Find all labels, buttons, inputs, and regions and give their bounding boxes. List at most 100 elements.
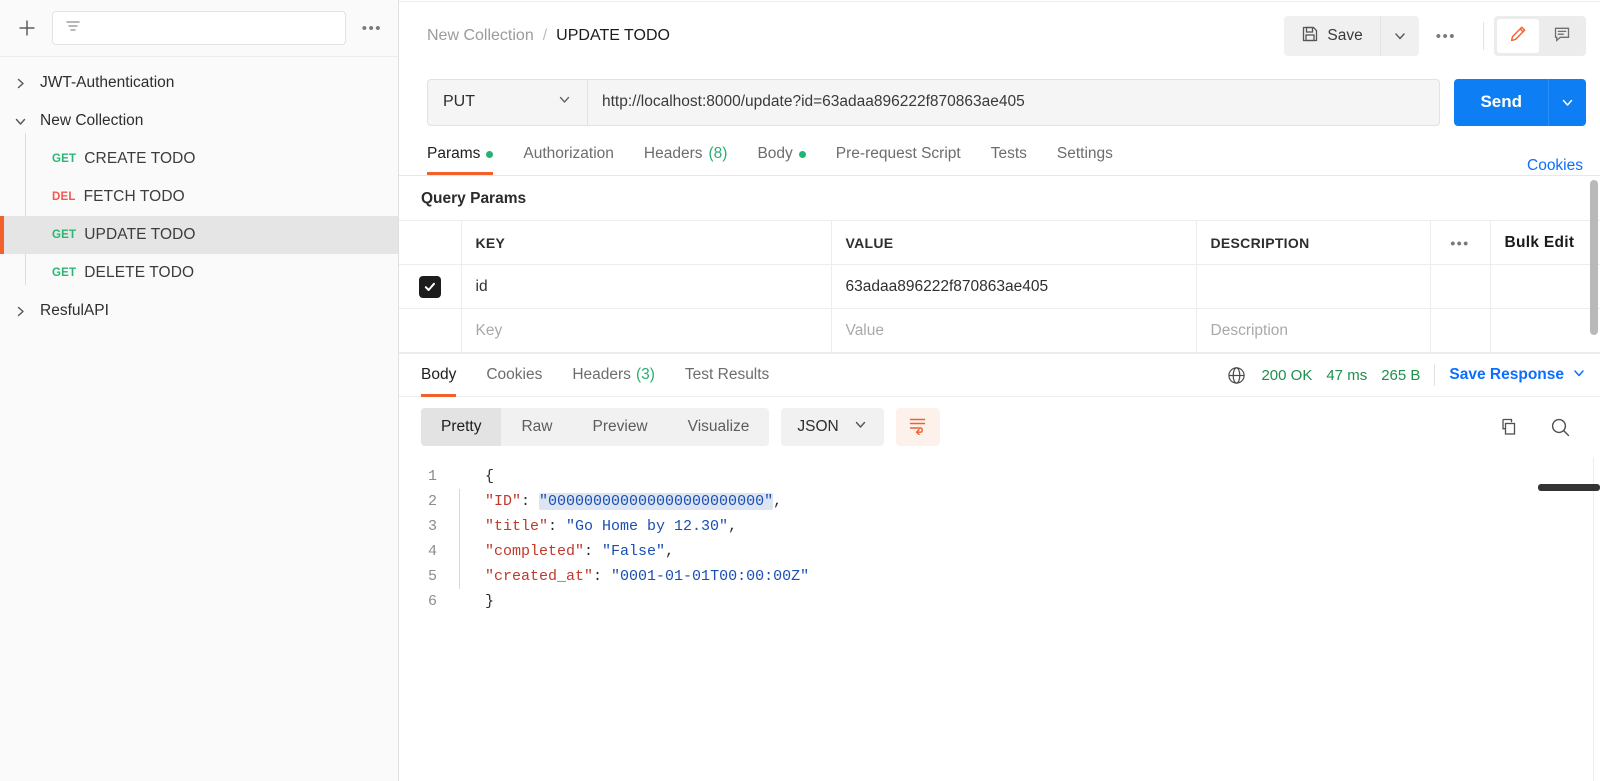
request-tabs: Params Authorization Headers (8) Body Pr… [399, 134, 1600, 176]
tab-tests[interactable]: Tests [976, 133, 1042, 175]
response-language-select[interactable]: JSON [781, 408, 884, 446]
copy-icon[interactable] [1497, 416, 1519, 438]
new-item-button[interactable] [14, 15, 40, 41]
request-label: FETCH TODO [83, 188, 185, 205]
http-method-select[interactable]: PUT [427, 78, 587, 126]
bulk-edit-button[interactable]: Bulk Edit [1505, 234, 1575, 251]
sidebar-collection-resfulapi[interactable]: ResfulAPI [0, 292, 398, 330]
response-scroll-rail [1588, 457, 1600, 781]
header-key: KEY [461, 220, 832, 265]
collection-label: JWT-Authentication [40, 74, 175, 91]
tab-label: Body [757, 145, 793, 162]
table-more-button[interactable]: ••• [1430, 220, 1491, 265]
method-badge: DEL [52, 191, 76, 203]
view-preview[interactable]: Preview [573, 408, 668, 446]
tab-label: Headers [643, 145, 703, 162]
sidebar-collection-new-collection[interactable]: New Collection [0, 102, 398, 140]
send-dropdown-button[interactable] [1548, 78, 1586, 126]
tab-count: (3) [635, 366, 655, 383]
save-dropdown-button[interactable] [1379, 16, 1419, 56]
tab-body[interactable]: Body [742, 133, 820, 175]
response-tabs: Body Cookies Headers (3) Test Results 20… [399, 353, 1600, 397]
response-tab-headers[interactable]: Headers (3) [557, 353, 670, 397]
sidebar-request-create-todo[interactable]: GET CREATE TODO [0, 140, 398, 178]
bulk-edit-cell: Bulk Edit [1490, 220, 1600, 265]
table-row: Key Value Description [399, 308, 1600, 353]
row-description-input[interactable] [1196, 264, 1431, 309]
sidebar-filter-input[interactable] [52, 11, 346, 45]
header-value: VALUE [831, 220, 1197, 265]
sidebar-request-fetch-todo[interactable]: DEL FETCH TODO [0, 178, 398, 216]
send-button[interactable]: Send [1454, 78, 1548, 126]
line-number: 1 [427, 468, 437, 485]
chevron-down-icon [853, 417, 868, 437]
view-pretty[interactable]: Pretty [421, 408, 502, 446]
pencil-icon [1508, 24, 1528, 49]
response-view-segmented: Pretty Raw Preview Visualize [421, 408, 770, 446]
horizontal-scrollbar-thumb[interactable] [1538, 484, 1600, 491]
placeholder-description-input[interactable]: Description [1196, 308, 1431, 353]
filter-icon [63, 16, 83, 41]
save-response-button[interactable]: Save Response [1449, 366, 1586, 385]
line-number: 4 [427, 543, 437, 560]
url-input[interactable]: http://localhost:8000/update?id=63adaa89… [587, 78, 1441, 126]
response-tab-test-results[interactable]: Test Results [670, 353, 784, 397]
response-time: 47 ms [1326, 366, 1368, 384]
comment-icon [1552, 24, 1572, 49]
query-params-scrollbar[interactable] [1590, 180, 1598, 335]
method-badge: GET [52, 267, 77, 279]
request-label: DELETE TODO [84, 264, 195, 281]
tab-count: (8) [708, 145, 728, 162]
request-label: UPDATE TODO [84, 226, 196, 243]
http-method-value: PUT [443, 93, 475, 110]
collections-tree: JWT-Authentication New Collection GET CR… [0, 57, 398, 781]
chevron-right-icon [14, 77, 40, 90]
row-key-input[interactable]: id [461, 264, 832, 309]
row-checkbox-cell [399, 264, 462, 309]
line-number: 5 [427, 568, 437, 585]
header-more-button[interactable]: ••• [1419, 28, 1473, 45]
view-raw[interactable]: Raw [501, 408, 572, 446]
tab-params[interactable]: Params [427, 133, 508, 175]
cookies-link[interactable]: Cookies [1527, 157, 1586, 175]
sidebar: ••• JWT-Authentication New Collection GE… [0, 0, 399, 781]
response-status-group: 200 OK 47 ms 265 B Save Response [1226, 364, 1586, 386]
edit-pencil-toggle[interactable] [1497, 19, 1539, 53]
wrap-lines-button[interactable] [895, 408, 940, 446]
view-toggle-group [1494, 16, 1586, 56]
response-tab-cookies[interactable]: Cookies [471, 353, 557, 397]
view-visualize[interactable]: Visualize [668, 408, 770, 446]
tab-authorization[interactable]: Authorization [508, 133, 628, 175]
url-bar: PUT http://localhost:8000/update?id=63ad… [399, 70, 1600, 134]
response-tools [1497, 416, 1586, 439]
json-value-completed: "False" [602, 543, 666, 560]
response-tab-body[interactable]: Body [421, 353, 471, 397]
query-params-title: Query Params [421, 190, 527, 207]
placeholder-checkbox-cell [399, 308, 462, 353]
placeholder-key-input[interactable]: Key [461, 308, 832, 353]
chevron-right-icon [14, 305, 40, 318]
sidebar-more-button[interactable]: ••• [358, 20, 386, 37]
sidebar-toolbar: ••• [0, 0, 398, 57]
row-value-input[interactable]: 63adaa896222f870863ae405 [831, 264, 1197, 309]
postman-app: ••• JWT-Authentication New Collection GE… [0, 0, 1600, 781]
header-actions: Save ••• [1284, 16, 1586, 56]
method-badge: GET [52, 229, 77, 241]
search-icon[interactable] [1549, 416, 1572, 439]
modified-dot-icon [486, 150, 494, 158]
save-button[interactable]: Save [1284, 16, 1380, 56]
sidebar-request-delete-todo[interactable]: GET DELETE TODO [0, 254, 398, 292]
response-body-viewer[interactable]: 1 { 2 "ID": "000000000000000000000000", … [399, 457, 1600, 781]
json-value-title: "Go Home by 12.30" [566, 518, 729, 535]
tab-pre-request-script[interactable]: Pre-request Script [821, 133, 976, 175]
row-bulk-cell [1490, 264, 1600, 309]
placeholder-value-input[interactable]: Value [831, 308, 1197, 353]
breadcrumb-collection[interactable]: New Collection [427, 27, 534, 45]
tab-headers[interactable]: Headers (8) [629, 133, 743, 175]
sidebar-collection-jwt-authentication[interactable]: JWT-Authentication [0, 64, 398, 102]
globe-icon[interactable] [1226, 365, 1247, 386]
comments-toggle[interactable] [1541, 19, 1583, 53]
sidebar-request-update-todo[interactable]: GET UPDATE TODO [0, 216, 398, 254]
tab-settings[interactable]: Settings [1042, 133, 1128, 175]
row-checkbox[interactable] [418, 275, 441, 298]
